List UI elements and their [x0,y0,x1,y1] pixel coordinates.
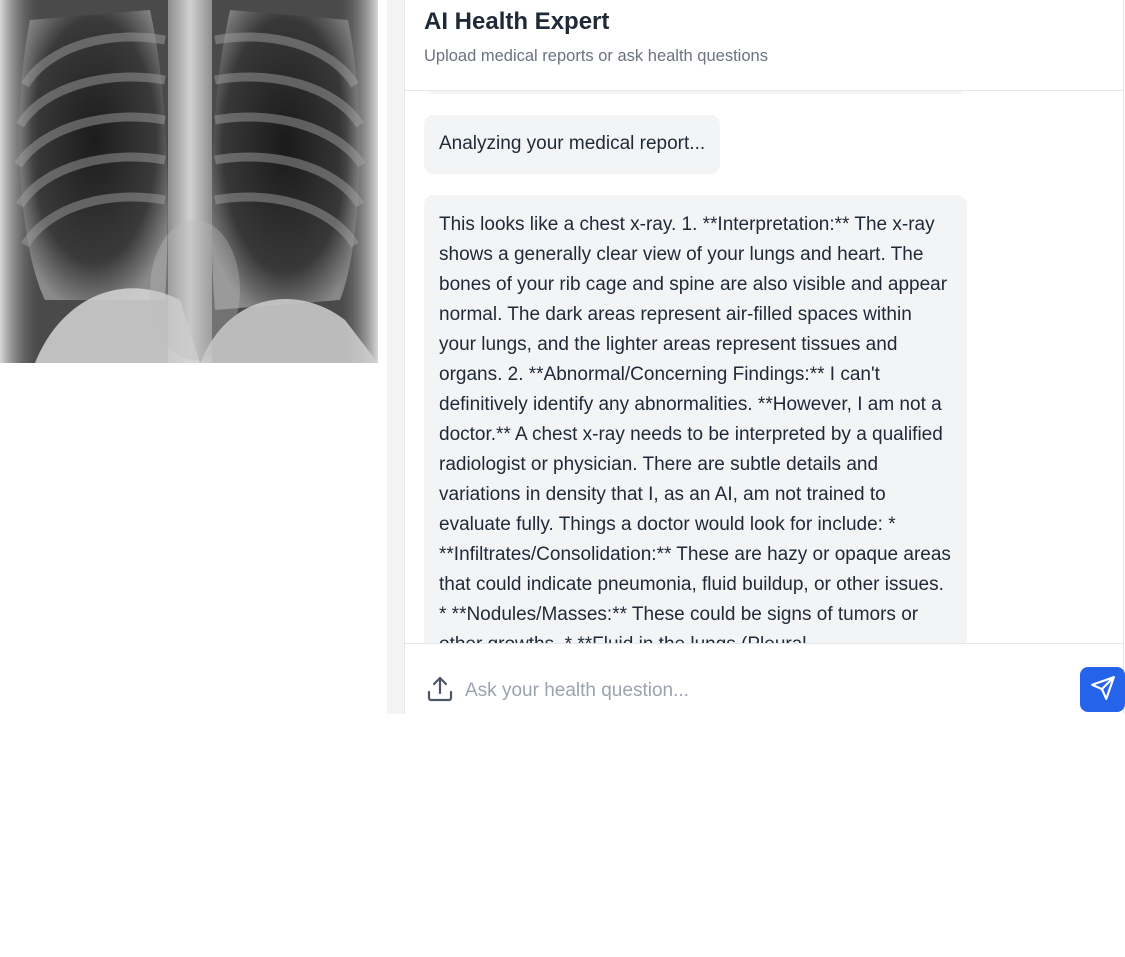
health-question-input[interactable] [463,672,1057,710]
upload-icon[interactable] [424,673,456,705]
page-title: AI Health Expert [424,8,610,35]
uploaded-xray-image [0,0,378,363]
page-subtitle: Upload medical reports or ask health que… [424,47,768,65]
send-icon [1090,675,1116,704]
message-list[interactable]: Analyzing your medical report... This lo… [405,90,1123,644]
message-bubble-response: This looks like a chest x-ray. 1. **Inte… [424,195,967,643]
chat-side-strip [387,0,404,714]
chat-header: AI Health Expert Upload medical reports … [405,0,1123,91]
send-button[interactable] [1080,667,1125,712]
message-bubble-analyzing: Analyzing your medical report... [424,115,721,174]
chat-panel: AI Health Expert Upload medical reports … [404,0,1125,714]
chat-input-bar [405,644,1125,714]
